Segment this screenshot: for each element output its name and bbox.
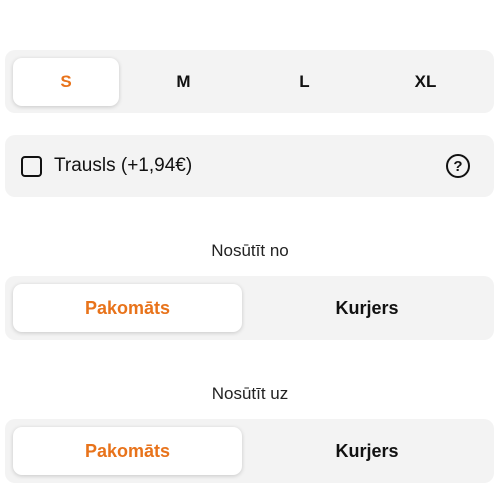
send-to-option-courier[interactable]: Kurjers (248, 427, 486, 475)
send-to-label: Nosūtīt uz (211, 384, 289, 403)
send-to-selector: Pakomāts Kurjers (5, 419, 494, 483)
fragile-option-row: Trausls (+1,94€) ? (5, 135, 494, 197)
fragile-label: Trausls (+1,94€) (54, 155, 193, 176)
send-from-selector: Pakomāts Kurjers (5, 276, 494, 340)
size-option-l[interactable]: L (244, 58, 365, 106)
send-from-label: Nosūtīt no (211, 241, 289, 260)
send-from-option-courier[interactable]: Kurjers (248, 284, 486, 332)
size-option-m[interactable]: M (123, 58, 244, 106)
parcel-options-page: S M L XL Trausls (+1,94€) ? Nosūtīt no P… (0, 0, 500, 500)
size-option-s[interactable]: S (13, 57, 119, 106)
send-to-option-parcel-locker[interactable]: Pakomāts (13, 427, 242, 475)
question-circle-icon[interactable]: ? (446, 154, 470, 178)
size-option-xl[interactable]: XL (365, 58, 486, 106)
fragile-checkbox[interactable] (21, 155, 42, 177)
send-from-option-parcel-locker[interactable]: Pakomāts (13, 284, 242, 332)
size-selector: S M L XL (5, 50, 494, 113)
